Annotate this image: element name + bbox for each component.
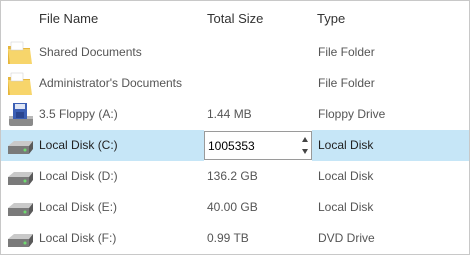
name-cell[interactable]: 3.5 Floppy (A:) (1, 99, 204, 130)
table-row[interactable]: 3.5 Floppy (A:) 1.44 MB Floppy Drive (1, 99, 469, 130)
size-cell[interactable]: 1.44 MB (204, 99, 312, 130)
hard-disk-icon (8, 234, 33, 247)
total-size-input[interactable] (208, 138, 296, 154)
type-cell[interactable]: Local Disk (312, 130, 469, 161)
total-size: 0.99 TB (207, 231, 249, 245)
table-row[interactable]: Shared Documents File Folder (1, 37, 469, 68)
name-cell[interactable]: Local Disk (F:) (1, 223, 204, 254)
file-name: 3.5 Floppy (A:) (39, 107, 118, 121)
folder-icon (8, 41, 32, 64)
size-cell[interactable]: 136.2 GB (204, 161, 312, 192)
size-cell[interactable] (204, 37, 312, 68)
name-cell[interactable]: Administrator's Documents (1, 68, 204, 99)
folder-icon (8, 72, 32, 95)
spin-down-icon[interactable] (300, 145, 310, 157)
total-size: 40.00 GB (207, 200, 258, 214)
file-type: File Folder (318, 76, 375, 90)
file-name: Shared Documents (39, 45, 142, 59)
name-cell[interactable]: Local Disk (D:) (1, 161, 204, 192)
size-cell[interactable] (204, 68, 312, 99)
type-cell[interactable]: Local Disk (312, 161, 469, 192)
file-type: Local Disk (318, 200, 374, 214)
file-type: File Folder (318, 45, 375, 59)
file-name: Local Disk (E:) (39, 200, 118, 214)
file-type: Local Disk (318, 138, 374, 152)
floppy-drive-icon (9, 103, 33, 126)
file-type: Local Disk (318, 169, 374, 183)
hard-disk-icon (8, 172, 33, 185)
name-cell[interactable]: Local Disk (E:) (1, 192, 204, 223)
file-name: Administrator's Documents (39, 76, 183, 90)
column-header-file-name[interactable]: File Name (39, 11, 98, 26)
size-cell[interactable]: 0.99 TB (204, 223, 312, 254)
column-header-total-size[interactable]: Total Size (207, 11, 263, 26)
type-cell[interactable]: Local Disk (312, 192, 469, 223)
file-name: Local Disk (F:) (39, 231, 117, 245)
column-header-type[interactable]: Type (317, 11, 345, 26)
total-size: 136.2 GB (207, 169, 258, 183)
type-cell[interactable]: DVD Drive (312, 223, 469, 254)
file-name: Local Disk (C:) (39, 138, 118, 152)
table-row[interactable]: Local Disk (E:) 40.00 GB Local Disk (1, 192, 469, 223)
table-row-selected[interactable]: Local Disk (C:) Local Disk (1, 130, 469, 161)
table-row[interactable]: Local Disk (D:) 136.2 GB Local Disk (1, 161, 469, 192)
name-cell[interactable]: Shared Documents (1, 37, 204, 68)
file-grid: File Name Total Size Type Shared Documen… (0, 0, 470, 255)
type-cell[interactable]: File Folder (312, 37, 469, 68)
table-row[interactable]: Local Disk (F:) 0.99 TB DVD Drive (1, 223, 469, 254)
file-name: Local Disk (D:) (39, 169, 118, 183)
name-cell[interactable]: Local Disk (C:) (1, 130, 204, 161)
total-size-editor[interactable] (204, 131, 312, 160)
file-type: Floppy Drive (318, 107, 386, 121)
type-cell[interactable]: File Folder (312, 68, 469, 99)
hard-disk-icon (8, 141, 33, 154)
type-cell[interactable]: Floppy Drive (312, 99, 469, 130)
total-size: 1.44 MB (207, 107, 252, 121)
hard-disk-icon (8, 203, 33, 216)
grid-header: File Name Total Size Type (1, 1, 469, 37)
table-row[interactable]: Administrator's Documents File Folder (1, 68, 469, 99)
size-cell[interactable]: 40.00 GB (204, 192, 312, 223)
file-type: DVD Drive (318, 231, 375, 245)
